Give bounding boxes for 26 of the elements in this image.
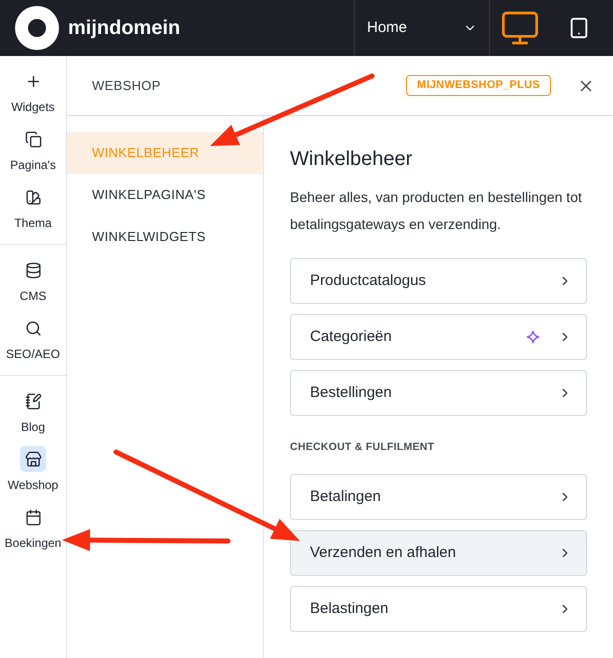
menu-item[interactable]: WINKELPAGINA'S: [67, 174, 263, 216]
tablet-view-button[interactable]: [568, 17, 590, 39]
sidebar-item-icon: [20, 446, 46, 472]
nav-card[interactable]: Categorieën: [290, 314, 587, 360]
nav-card[interactable]: Verzenden en afhalen: [290, 530, 587, 576]
plan-badge: MIJNWEBSHOP_PLUS: [406, 75, 551, 96]
nav-card[interactable]: Betalingen: [290, 474, 587, 520]
logo-icon: [14, 5, 60, 51]
menu-item[interactable]: WINKELWIDGETS: [67, 216, 263, 258]
sidebar-item[interactable]: Widgets: [0, 66, 66, 118]
nav-card[interactable]: Belastingen: [290, 586, 587, 632]
sidebar-item[interactable]: Blog: [0, 386, 66, 438]
sidebar-item[interactable]: SEO/AEO: [0, 313, 66, 365]
page-select[interactable]: Home: [354, 0, 489, 56]
sidebar-item[interactable]: CMS: [0, 255, 66, 307]
section-description: Beheer alles, van producten en bestellingen tot betalingsgateways en verzending.: [290, 188, 583, 234]
brand-name: mijndomein: [68, 16, 180, 41]
nav-card[interactable]: Productcatalogus: [290, 258, 587, 304]
sidebar-item[interactable]: Thema: [0, 182, 66, 234]
section-title: Winkelbeheer: [290, 147, 414, 172]
sidebar-item[interactable]: Webshop: [0, 444, 66, 496]
nav-card[interactable]: Bestellingen: [290, 370, 587, 416]
panel-title: WEBSHOP: [91, 76, 162, 95]
group-heading: CHECKOUT & FULFILMENT: [290, 440, 436, 455]
sidebar-item[interactable]: Boekingen: [0, 502, 66, 554]
sidebar-item[interactable]: Pagina's: [0, 124, 66, 176]
